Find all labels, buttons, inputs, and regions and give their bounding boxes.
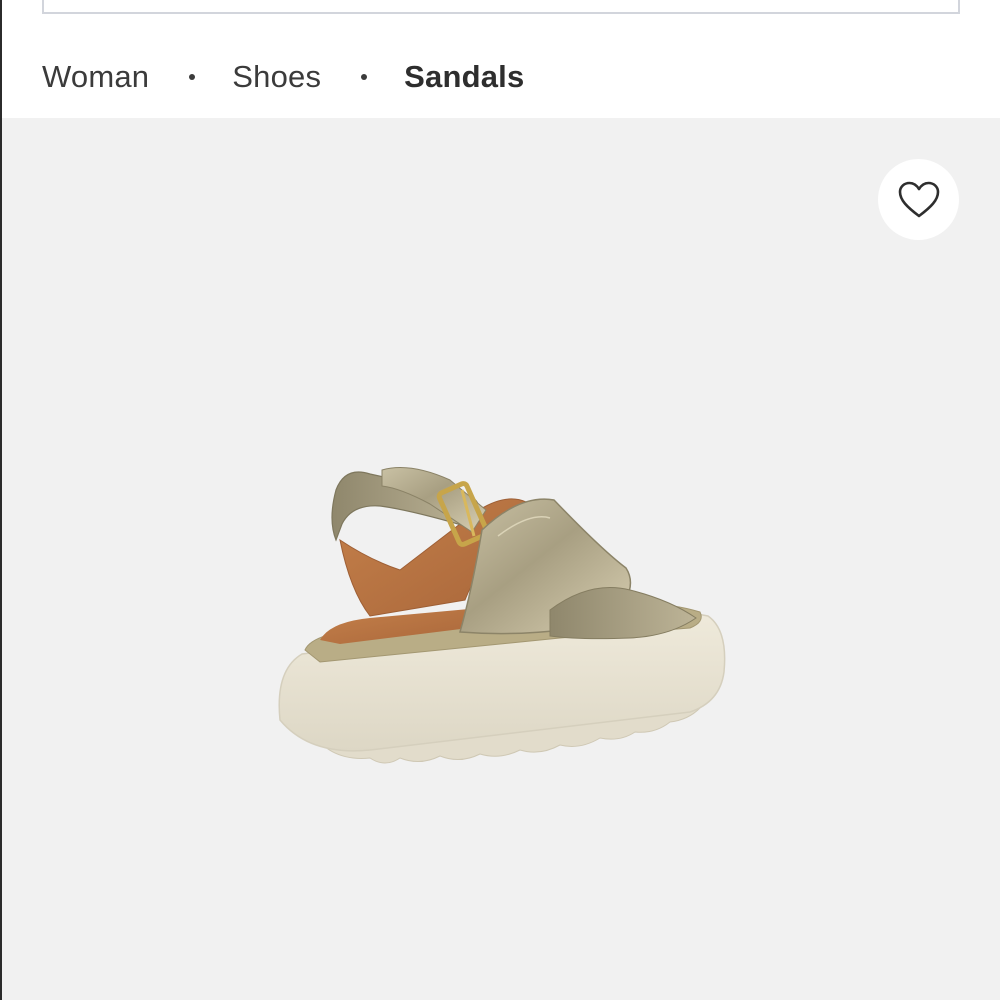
breadcrumb-item-sandals: Sandals	[404, 59, 525, 94]
wishlist-button[interactable]	[878, 159, 959, 240]
product-page: Woman Shoes Sandals	[0, 0, 1000, 1000]
window-edge	[0, 0, 2, 1000]
product-image	[278, 467, 726, 764]
breadcrumb-separator	[361, 74, 368, 80]
breadcrumb-item-shoes[interactable]: Shoes	[232, 59, 321, 95]
breadcrumb-separator	[189, 74, 196, 80]
search-input[interactable]	[42, 0, 960, 14]
breadcrumb-item-woman[interactable]: Woman	[42, 59, 149, 95]
breadcrumb: Woman Shoes Sandals	[42, 55, 524, 99]
heart-outline-icon	[898, 181, 939, 217]
